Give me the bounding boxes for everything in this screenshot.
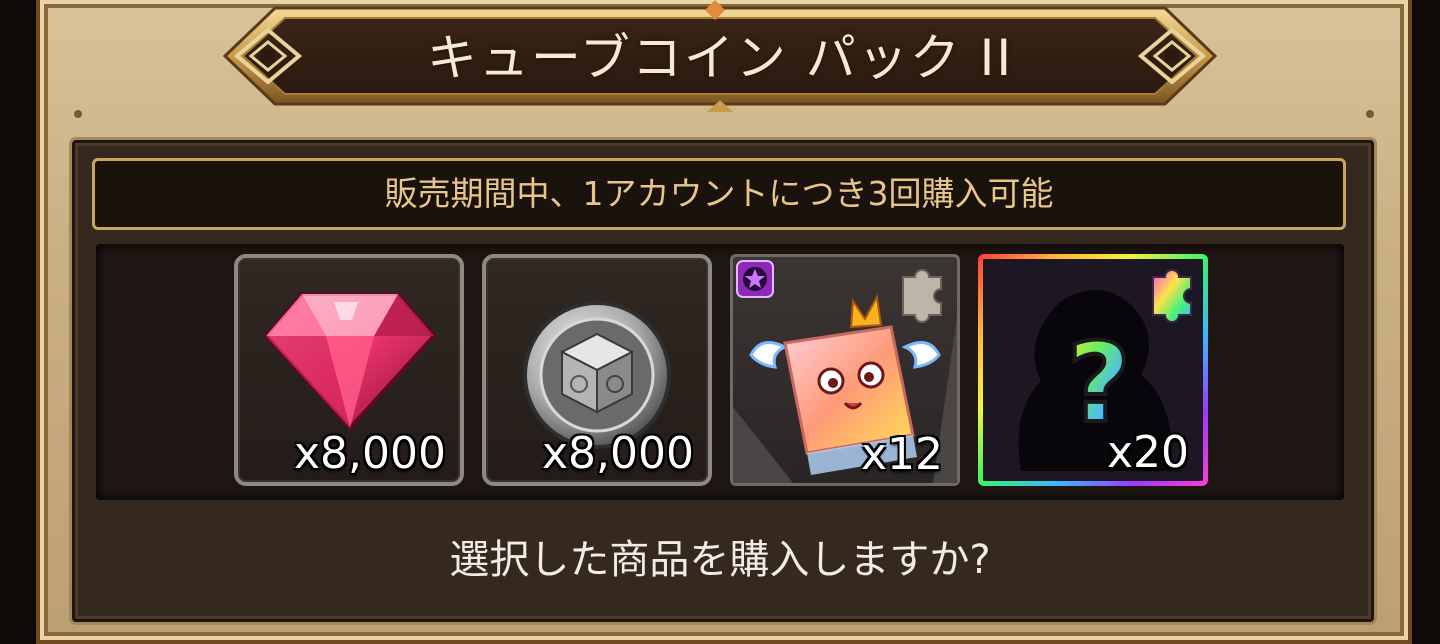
frame-rivet: [1366, 110, 1374, 118]
reward-item-cookie-card[interactable]: x12: [730, 254, 960, 486]
dialog-title: キューブコイン パック II: [426, 29, 1014, 87]
item-quantity: x8,000: [541, 428, 694, 479]
item-quantity: x8,000: [293, 428, 446, 479]
item-quantity: x12: [860, 429, 943, 480]
reward-item-cube-coin[interactable]: x8,000: [482, 254, 712, 486]
purchase-limit-notice: 販売期間中、1アカウントにつき3回購入可能: [92, 158, 1346, 230]
frame-rivet: [74, 110, 82, 118]
rainbow-puzzle-piece-icon: [1152, 269, 1192, 323]
purchase-confirm-prompt: 選択した商品を購入しますか?: [449, 537, 991, 583]
item-quantity: x20: [1106, 427, 1189, 478]
reward-item-mystery-card[interactable]: ? x20: [978, 254, 1208, 486]
pink-gem-icon: [263, 292, 437, 431]
reward-item-gem[interactable]: x8,000: [234, 254, 464, 486]
title-banner: キューブコイン パック II: [185, 0, 1255, 112]
